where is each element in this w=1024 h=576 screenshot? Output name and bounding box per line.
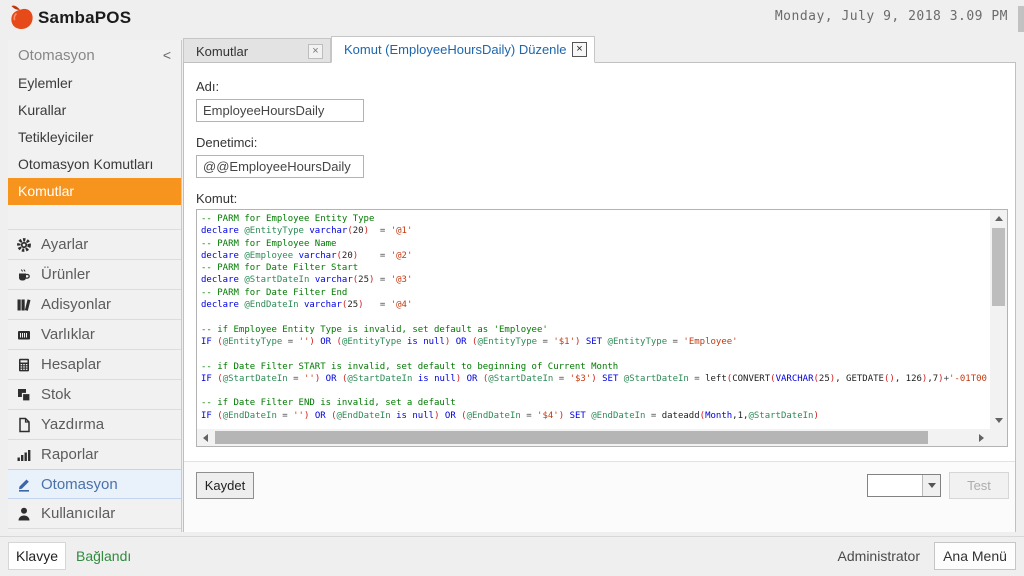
main-menu-button[interactable]: Ana Menü (934, 542, 1016, 570)
module-item-label: Raporlar (41, 446, 99, 463)
module-item-label: Varlıklar (41, 326, 95, 343)
module-item-label: Ürünler (41, 266, 90, 283)
command-label: Komut: (196, 191, 237, 206)
sambapos-logo-icon (8, 3, 34, 33)
connection-status: Bağlandı (76, 548, 131, 564)
vertical-scrollbar-thumb[interactable] (992, 228, 1005, 306)
coffee-cup-icon (16, 267, 32, 283)
datetime-display: Monday, July 9, 2018 3.09 PM (775, 9, 1008, 24)
tab-label: Komutlar (184, 44, 308, 59)
module-item-raporlar[interactable]: Raporlar (8, 440, 181, 470)
cash-register-icon (16, 327, 32, 343)
document-icon (16, 417, 32, 433)
module-item-label: Yazdırma (41, 416, 104, 433)
module-item-otomasyon[interactable]: Otomasyon (8, 469, 181, 499)
handler-input[interactable] (196, 155, 364, 178)
module-list: Ayarlar Ürünler Adisyonlar Varlıklar Hes… (8, 229, 181, 529)
module-item-label: Kullanıcılar (41, 505, 115, 522)
horizontal-scrollbar[interactable] (197, 429, 990, 446)
sidebar-item-komutlar[interactable]: Komutlar (8, 178, 181, 205)
sidebar-item-kurallar[interactable]: Kurallar (8, 97, 181, 124)
module-item-label: Adisyonlar (41, 296, 111, 313)
bar-chart-icon (16, 447, 32, 463)
name-input[interactable] (196, 99, 364, 122)
person-icon (16, 506, 32, 522)
scroll-right-icon[interactable] (979, 434, 984, 442)
module-item-label: Stok (41, 386, 71, 403)
sidebar-item-tetikleyiciler[interactable]: Tetikleyiciler (8, 124, 181, 151)
current-user: Administrator (838, 548, 920, 564)
module-item-stok[interactable]: Stok (8, 380, 181, 410)
module-item-ayarlar[interactable]: Ayarlar (8, 230, 181, 260)
module-item-urunler[interactable]: Ürünler (8, 260, 181, 290)
sidebar: Otomasyon < Eylemler Kurallar Tetikleyic… (8, 40, 182, 532)
command-editor-panel: Adı: Denetimci: Komut: -- PARM for Emplo… (183, 62, 1016, 532)
handler-label: Denetimci: (196, 135, 257, 150)
save-button[interactable]: Kaydet (196, 472, 254, 499)
module-item-hesaplar[interactable]: Hesaplar (8, 350, 181, 380)
app-title: SambaPOS (38, 8, 131, 28)
sidebar-item-otomasyon-komutlari[interactable]: Otomasyon Komutları (8, 151, 181, 178)
module-item-varliklar[interactable]: Varlıklar (8, 320, 181, 350)
vertical-scrollbar[interactable] (990, 210, 1007, 429)
scroll-left-icon[interactable] (203, 434, 208, 442)
tab-label: Komut (EmployeeHoursDaily) Düzenle (332, 42, 572, 57)
scrollbar-corner (990, 429, 1007, 446)
app-header: SambaPOS Monday, July 9, 2018 3.09 PM (0, 0, 1024, 36)
panel-footer: Kaydet Test (184, 461, 1015, 532)
test-button[interactable]: Test (949, 472, 1009, 499)
scroll-up-icon[interactable] (995, 216, 1003, 221)
collapse-chevron-icon[interactable]: < (163, 47, 171, 63)
tab-komut-duzenle[interactable]: Komut (EmployeeHoursDaily) Düzenle × (331, 36, 595, 63)
module-item-label: Hesaplar (41, 356, 101, 373)
command-code-editor[interactable]: -- PARM for Employee Entity Typedeclare … (196, 209, 1008, 447)
brand: SambaPOS (8, 3, 131, 33)
sidebar-item-eylemler[interactable]: Eylemler (8, 70, 181, 97)
sidebar-section-title: Otomasyon (18, 47, 95, 64)
close-icon[interactable]: × (308, 44, 323, 59)
tab-komutlar[interactable]: Komutlar × (183, 38, 331, 63)
module-item-label: Otomasyon (41, 476, 118, 493)
layers-icon (16, 387, 32, 403)
module-item-adisyonlar[interactable]: Adisyonlar (8, 290, 181, 320)
pen-icon (16, 476, 32, 492)
keyboard-button[interactable]: Klavye (8, 542, 66, 570)
sql-code[interactable]: -- PARM for Employee Entity Typedeclare … (197, 210, 990, 429)
dropdown-arrow-button[interactable] (922, 475, 940, 496)
sidebar-section-header: Otomasyon < (8, 40, 181, 70)
scrollbar-artifact (1018, 6, 1024, 32)
close-icon[interactable]: × (572, 42, 587, 57)
app-footer: Klavye Bağlandı Administrator Ana Menü (0, 536, 1024, 576)
horizontal-scrollbar-thumb[interactable] (215, 431, 928, 444)
module-item-yazdirma[interactable]: Yazdırma (8, 410, 181, 440)
books-icon (16, 297, 32, 313)
calculator-icon (16, 357, 32, 373)
gear-icon (16, 237, 32, 253)
test-value-dropdown[interactable] (867, 474, 941, 497)
module-item-kullanicilar[interactable]: Kullanıcılar (8, 499, 181, 529)
name-label: Adı: (196, 79, 219, 94)
scroll-down-icon[interactable] (995, 418, 1003, 423)
module-item-label: Ayarlar (41, 236, 88, 253)
chevron-down-icon (928, 483, 936, 488)
